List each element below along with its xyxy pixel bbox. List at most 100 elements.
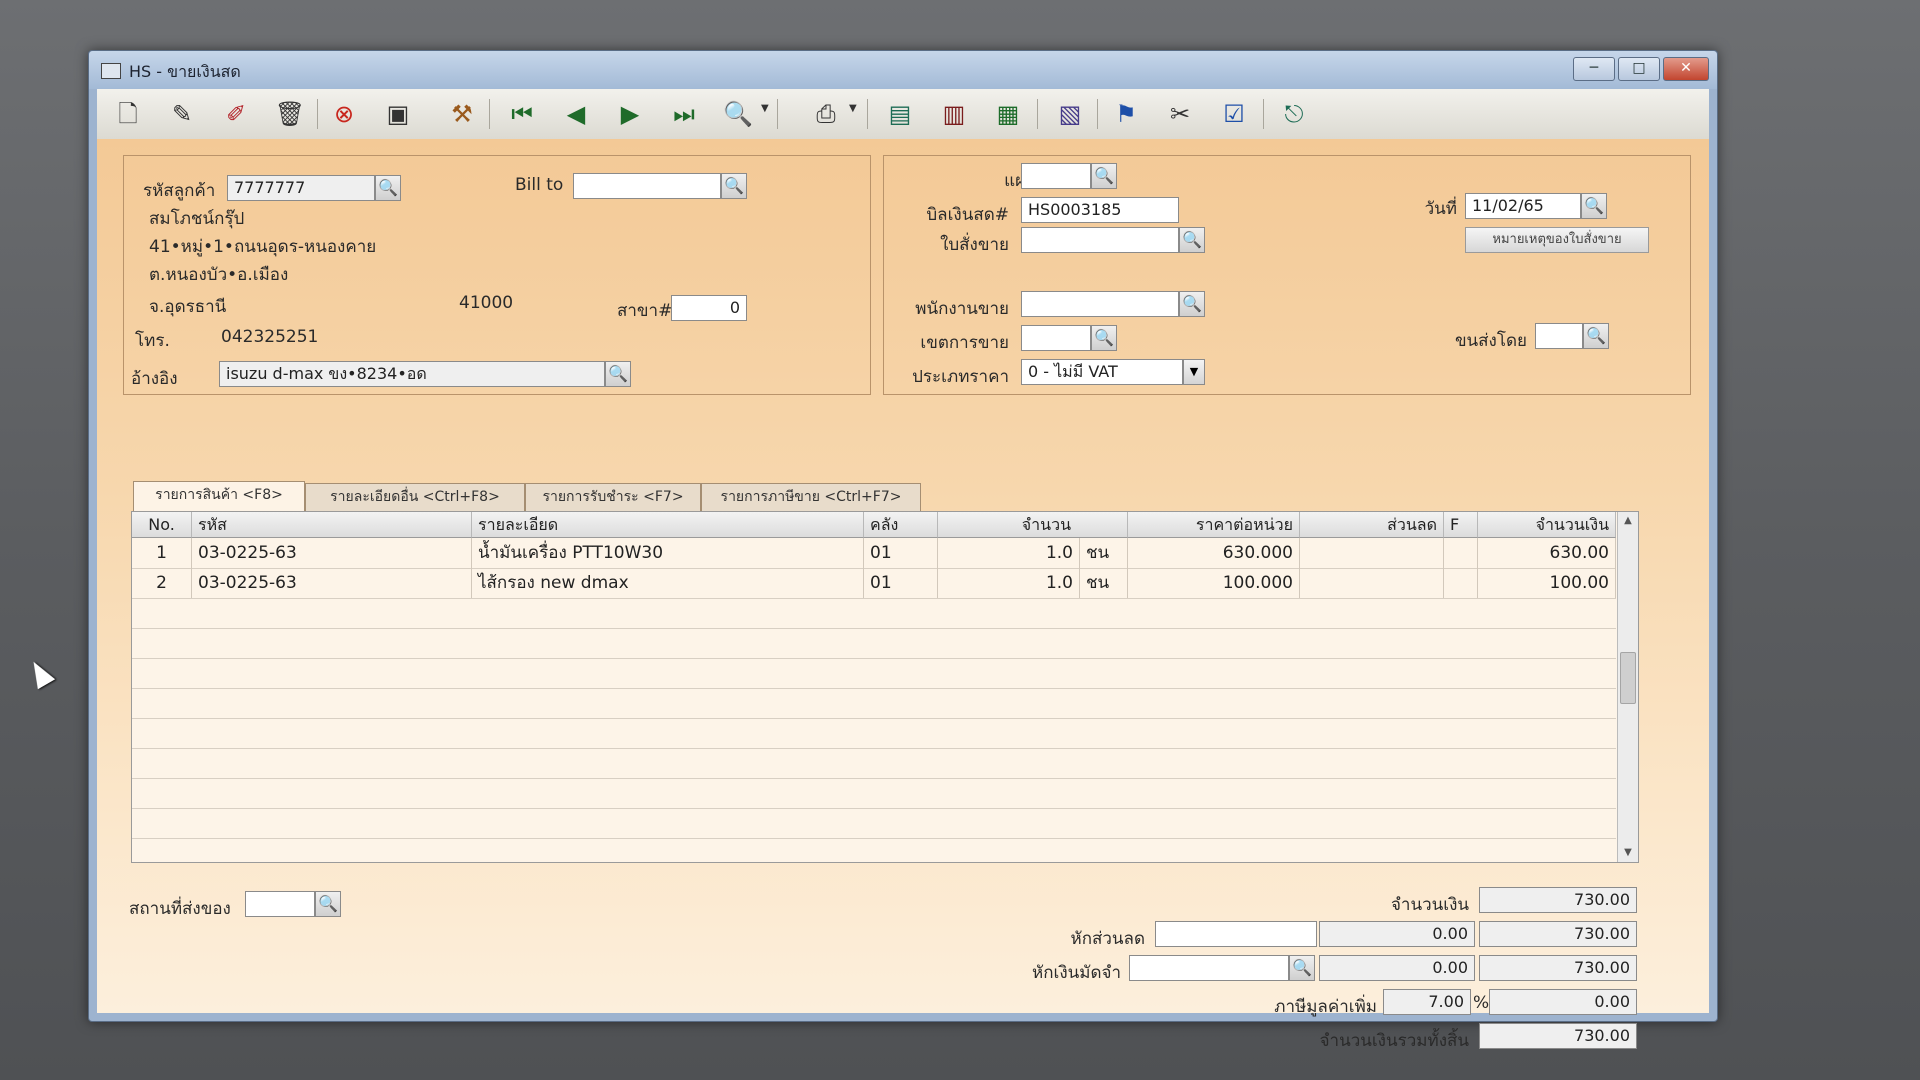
discount-input[interactable] <box>1155 921 1317 947</box>
report-icon[interactable]: ▤ <box>883 97 917 131</box>
after-discount-value: 730.00 <box>1479 921 1637 947</box>
calendar-icon[interactable]: ▧ <box>1053 97 1087 131</box>
deposit-input[interactable] <box>1129 955 1289 981</box>
link-icon[interactable]: ✂ <box>1163 97 1197 131</box>
items-table[interactable]: No. รหัส รายละเอียด คลัง จำนวน ราคาต่อหน… <box>131 511 1639 863</box>
so-note-button[interactable]: หมายเหตุของใบสั่งขาย <box>1465 227 1649 253</box>
search-icon[interactable]: 🔍 <box>605 361 631 387</box>
table-row-empty[interactable] <box>132 748 1616 779</box>
table-row-empty[interactable] <box>132 808 1616 839</box>
date-input[interactable]: 11/02/65 <box>1465 193 1581 219</box>
chevron-down-icon[interactable]: ▼ <box>849 103 857 114</box>
table-scrollbar[interactable]: ▲ ▼ <box>1617 512 1638 862</box>
search-icon[interactable]: 🔍 <box>1179 291 1205 317</box>
customer-address-line2: ต.หนองบัว•อ.เมือง <box>149 265 289 285</box>
close-button[interactable]: ✕ <box>1663 57 1709 81</box>
chevron-down-icon[interactable]: ▼ <box>1183 359 1205 385</box>
calc-icon[interactable]: ▦ <box>991 97 1025 131</box>
sales-area-input[interactable] <box>1021 325 1091 351</box>
scroll-down-icon[interactable]: ▼ <box>1618 844 1638 862</box>
app-icon <box>101 63 121 79</box>
column-header-description[interactable]: รายละเอียด <box>472 512 864 538</box>
tab-other-details[interactable]: รายละเอียดอื่น <Ctrl+F8> <box>305 483 525 511</box>
row-warehouse: 01 <box>864 568 938 598</box>
tools-icon[interactable]: ⚒ <box>445 97 479 131</box>
search-icon[interactable]: 🔍 <box>1583 323 1609 349</box>
search-doc-icon[interactable]: 🔍 <box>721 97 755 131</box>
search-icon[interactable]: 🔍 <box>1179 227 1205 253</box>
table-row-empty[interactable] <box>132 718 1616 749</box>
new-doc-icon[interactable]: 🗋 <box>111 97 145 131</box>
row-code: 03-0225-63 <box>192 538 472 568</box>
exit-icon[interactable]: ⎋ <box>1277 97 1311 131</box>
table-row[interactable]: 2 03-0225-63 ไส้กรอง new dmax 01 1.0 ชน … <box>132 568 1616 599</box>
column-header-no[interactable]: No. <box>132 512 192 538</box>
search-icon[interactable]: 🔍 <box>1091 325 1117 351</box>
edit-alt-icon[interactable]: ✐ <box>219 97 253 131</box>
next-record-icon[interactable]: ▶ <box>613 97 647 131</box>
column-header-quantity[interactable]: จำนวน <box>938 512 1128 538</box>
billto-input[interactable] <box>573 173 721 199</box>
column-header-flag[interactable]: F <box>1444 512 1478 538</box>
department-input[interactable] <box>1021 163 1091 189</box>
table-row-empty[interactable] <box>132 628 1616 659</box>
first-record-icon[interactable]: ⏮ <box>505 97 539 131</box>
tab-sales-tax[interactable]: รายการภาษีขาย <Ctrl+F7> <box>701 483 921 511</box>
column-header-amount[interactable]: จำนวนเงิน <box>1478 512 1616 538</box>
customer-address-line1: 41•หมู่•1•ถนนอุดร-หนองคาย <box>149 237 377 257</box>
row-amount: 630.00 <box>1478 538 1616 568</box>
search-icon[interactable]: 🔍 <box>1581 193 1607 219</box>
sales-order-input[interactable] <box>1021 227 1179 253</box>
maximize-button[interactable]: □ <box>1618 57 1660 81</box>
row-no: 1 <box>132 538 192 568</box>
search-icon[interactable]: 🔍 <box>721 173 747 199</box>
search-icon[interactable]: 🔍 <box>315 891 341 917</box>
chevron-down-icon[interactable]: ▼ <box>761 103 769 114</box>
price-type-select[interactable]: 0 - ไม่มี VAT <box>1021 359 1183 385</box>
column-header-unit-price[interactable]: ราคาต่อหน่วย <box>1128 512 1300 538</box>
table-row-empty[interactable] <box>132 778 1616 809</box>
save-icon[interactable]: ▣ <box>381 97 415 131</box>
cash-bill-input[interactable]: HS0003185 <box>1021 197 1179 223</box>
row-warehouse: 01 <box>864 538 938 568</box>
edit-icon[interactable]: ✎ <box>165 97 199 131</box>
search-icon[interactable]: 🔍 <box>1091 163 1117 189</box>
trash-icon[interactable]: 🗑 <box>273 97 307 131</box>
app-window: HS - ขายเงินสด ─ □ ✕ 🗋 ✎ ✐ 🗑 ⊗ ▣ ⚒ ⏮ ◀ ▶… <box>88 50 1718 1051</box>
search-icon[interactable]: 🔍 <box>1289 955 1315 981</box>
amount-value: 730.00 <box>1479 887 1637 913</box>
deposit-label: หักเงินมัดจำ <box>1032 963 1121 983</box>
approve-icon[interactable]: ⚑ <box>1109 97 1143 131</box>
reference-input[interactable]: isuzu d-max ขง•8234•อด <box>219 361 605 387</box>
tab-payments[interactable]: รายการรับชำระ <F7> <box>525 483 701 511</box>
search-icon[interactable]: 🔍 <box>375 175 401 201</box>
customer-code-label: รหัสลูกค้า <box>143 181 216 201</box>
phone-label: โทร. <box>135 331 170 351</box>
table-row-empty[interactable] <box>132 598 1616 629</box>
row-quantity: 1.0 <box>938 538 1080 568</box>
cancel-icon[interactable]: ⊗ <box>327 97 361 131</box>
column-header-code[interactable]: รหัส <box>192 512 472 538</box>
amount-label: จำนวนเงิน <box>1390 895 1469 915</box>
last-record-icon[interactable]: ⏭ <box>667 97 701 131</box>
scroll-up-icon[interactable]: ▲ <box>1618 512 1638 530</box>
delivery-location-input[interactable] <box>245 891 315 917</box>
branch-input[interactable]: 0 <box>671 295 747 321</box>
printer-icon[interactable]: ⎙ <box>809 97 843 131</box>
salesman-input[interactable] <box>1021 291 1179 317</box>
prev-record-icon[interactable]: ◀ <box>559 97 593 131</box>
column-header-warehouse[interactable]: คลัง <box>864 512 938 538</box>
scroll-thumb[interactable] <box>1620 652 1636 704</box>
column-header-discount[interactable]: ส่วนลด <box>1300 512 1444 538</box>
customer-code-input[interactable]: 7777777 <box>227 175 375 201</box>
minimize-button[interactable]: ─ <box>1573 57 1615 81</box>
row-unit: ชน <box>1080 538 1128 568</box>
row-amount: 100.00 <box>1478 568 1616 598</box>
report-alt-icon[interactable]: ▥ <box>937 97 971 131</box>
table-row-empty[interactable] <box>132 658 1616 689</box>
ship-by-input[interactable] <box>1535 323 1583 349</box>
ok-icon[interactable]: ☑ <box>1217 97 1251 131</box>
table-row[interactable]: 1 03-0225-63 น้ำมันเครื่อง PTT10W30 01 1… <box>132 538 1616 569</box>
tab-products[interactable]: รายการสินค้า <F8> <box>133 481 305 511</box>
table-row-empty[interactable] <box>132 688 1616 719</box>
